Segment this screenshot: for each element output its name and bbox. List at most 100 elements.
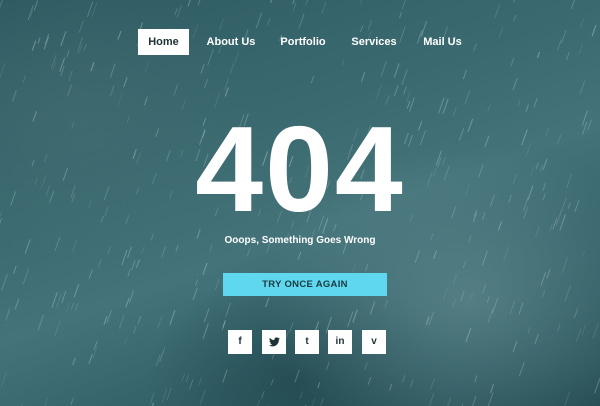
error-code: 404: [195, 101, 405, 237]
vimeo-icon: v: [371, 336, 377, 347]
rain-streak: [513, 14, 517, 22]
rain-streak: [414, 250, 421, 264]
rain-streak: [6, 306, 11, 316]
rain-streak: [173, 84, 179, 96]
rain-streak: [292, 0, 295, 5]
rain-streak: [462, 69, 468, 80]
rain-streak: [471, 396, 477, 406]
rain-streak: [125, 298, 130, 308]
rain-streak: [67, 84, 73, 96]
rain-streak: [401, 375, 406, 383]
nav-item-home[interactable]: Home: [138, 29, 189, 55]
rain-streak: [222, 369, 228, 383]
rain-streak: [91, 2, 98, 18]
rain-streak: [579, 80, 586, 95]
rain-streak: [189, 379, 194, 390]
rain-streak: [137, 315, 142, 325]
rain-streak: [360, 71, 366, 83]
rain-streak: [573, 308, 579, 319]
rain-streak: [55, 293, 62, 308]
social-links: f t in v: [0, 330, 600, 354]
rain-streak: [367, 376, 372, 385]
rain-streak: [265, 297, 270, 308]
rain-streak: [305, 0, 309, 6]
rain-streak: [73, 283, 80, 298]
nav-item-mail-us[interactable]: Mail Us: [415, 29, 470, 55]
rain-streak: [65, 303, 70, 313]
tumblr-button[interactable]: t: [295, 330, 319, 354]
rain-streak: [594, 378, 600, 394]
rain-streak: [433, 250, 437, 260]
rain-streak: [215, 279, 220, 290]
rain-streak: [12, 90, 17, 102]
rain-streak: [317, 382, 321, 389]
linkedin-icon: in: [335, 336, 345, 347]
rain-streak: [0, 0, 3, 9]
rain-streak: [185, 374, 190, 383]
rain-streak: [518, 362, 525, 377]
rain-streak: [512, 78, 518, 90]
rain-streak: [518, 302, 524, 315]
linkedin-button[interactable]: in: [328, 330, 352, 354]
rain-streak: [187, 0, 191, 7]
rain-streak: [149, 392, 155, 404]
nav-item-about-us[interactable]: About Us: [200, 29, 262, 55]
vimeo-button[interactable]: v: [362, 330, 386, 354]
rain-streak: [375, 85, 382, 100]
rain-streak: [87, 1, 94, 18]
rain-streak: [27, 5, 34, 21]
rain-streak: [225, 302, 231, 317]
rain-streak: [204, 78, 208, 89]
rain-streak: [166, 387, 172, 401]
twitter-button[interactable]: [262, 330, 286, 354]
rain-streak: [452, 274, 457, 285]
rain-streak: [88, 269, 93, 279]
rain-streak: [141, 246, 145, 254]
rain-streak: [131, 259, 136, 271]
rain-streak: [199, 390, 206, 405]
rain-streak: [13, 265, 17, 274]
rain-streak: [121, 249, 128, 266]
rain-streak: [33, 0, 39, 11]
rain-streak: [224, 77, 230, 90]
rain-streak: [97, 258, 102, 268]
rain-streak: [59, 57, 66, 72]
rain-streak: [298, 13, 305, 29]
rain-streak: [428, 311, 434, 326]
rain-streak: [54, 0, 56, 1]
rain-streak: [509, 301, 515, 315]
rain-streak: [561, 256, 569, 274]
rain-streak: [109, 63, 116, 78]
error-message: Ooops, Something Goes Wrong: [224, 235, 376, 246]
nav-item-portfolio[interactable]: Portfolio: [274, 29, 332, 55]
rain-streak: [482, 0, 484, 1]
rain-streak: [570, 0, 575, 9]
rain-streak: [128, 290, 135, 304]
rain-streak: [255, 12, 263, 29]
rain-streak: [127, 268, 131, 277]
rain-streak: [442, 287, 448, 301]
rain-streak: [462, 260, 467, 269]
rain-streak: [60, 65, 65, 77]
rain-streak: [321, 2, 327, 14]
rain-streak: [320, 398, 324, 406]
facebook-button[interactable]: f: [228, 330, 252, 354]
rain-streak: [88, 354, 93, 365]
rain-streak: [393, 63, 400, 78]
rain-streak: [406, 90, 411, 102]
rain-streak: [161, 246, 166, 258]
rain-streak: [388, 383, 393, 391]
rain-streak: [222, 319, 226, 328]
rain-streak: [579, 18, 584, 29]
nav-item-services[interactable]: Services: [343, 29, 405, 55]
rain-streak: [68, 70, 73, 82]
rain-streak: [310, 75, 315, 84]
rain-streak: [261, 390, 265, 399]
try-once-again-button[interactable]: TRY ONCE AGAIN: [223, 273, 387, 296]
rain-streak: [341, 59, 345, 67]
rain-streak: [486, 296, 490, 303]
rain-streak: [169, 309, 176, 325]
rain-streak: [464, 89, 471, 104]
rain-streak: [469, 292, 473, 302]
rain-streak: [70, 398, 74, 406]
